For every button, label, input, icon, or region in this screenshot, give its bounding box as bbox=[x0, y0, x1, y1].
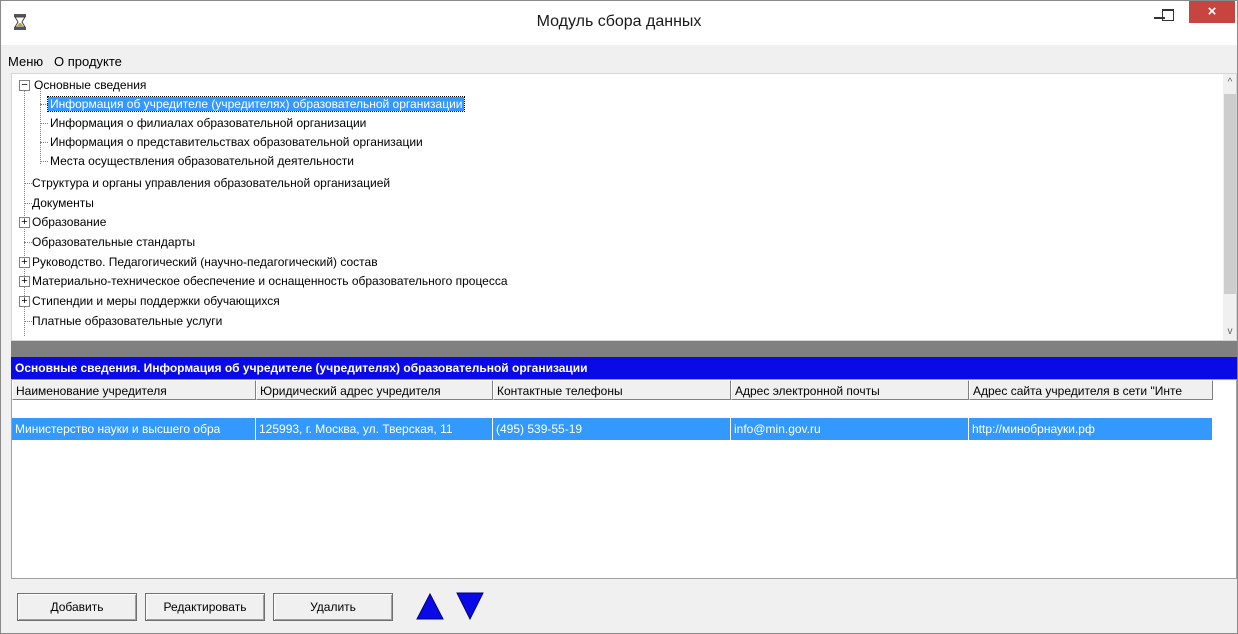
tree-connector bbox=[40, 161, 48, 162]
expand-icon[interactable]: + bbox=[19, 256, 30, 268]
expand-icon[interactable]: + bbox=[19, 216, 30, 228]
tree-node-label: Руководство. Педагогический (научно-педа… bbox=[32, 255, 378, 269]
tree-node-staff[interactable]: + Руководство. Педагогический (научно-пе… bbox=[16, 253, 380, 272]
tree-node-scholarships[interactable]: + Стипендии и меры поддержки обучающихся bbox=[16, 292, 282, 311]
tree-node-basic-info[interactable]: − Основные сведения bbox=[16, 76, 148, 95]
cell-founder-name[interactable]: Министерство науки и высшего обра bbox=[12, 418, 256, 440]
panel-splitter[interactable] bbox=[11, 341, 1237, 357]
expand-icon[interactable]: + bbox=[19, 275, 30, 287]
data-grid[interactable]: Наименование учредителя Юридический адре… bbox=[11, 379, 1237, 579]
tree-view[interactable]: − Основные сведения Информация об учреди… bbox=[11, 73, 1237, 341]
close-icon: × bbox=[1207, 3, 1217, 20]
cell-phones[interactable]: (495) 539-55-19 bbox=[493, 418, 731, 440]
tree-node-representations[interactable]: Информация о представительствах образова… bbox=[32, 133, 425, 152]
delete-button[interactable]: Удалить bbox=[273, 593, 393, 621]
tree-node-label: Образовательные стандарты bbox=[32, 235, 196, 249]
tree-node-label: Информация о представительствах образова… bbox=[50, 135, 423, 149]
column-header-phones[interactable]: Контактные телефоны bbox=[493, 380, 731, 400]
menu-bar: Меню О продукте bbox=[1, 52, 1237, 72]
add-button[interactable]: Добавить bbox=[17, 593, 137, 621]
window-title: Модуль сбора данных bbox=[536, 13, 702, 30]
tree-node-label: Места осуществления образовательной деят… bbox=[50, 154, 354, 168]
tree-connector bbox=[40, 142, 48, 143]
column-header-email[interactable]: Адрес электронной почты bbox=[731, 380, 969, 400]
tree-node-label: Информация о филиалах образовательной ор… bbox=[50, 116, 367, 130]
tree-node-locations[interactable]: Места осуществления образовательной деят… bbox=[32, 152, 356, 171]
cell-website[interactable]: http://минобрнауки.рф bbox=[969, 418, 1213, 440]
expand-icon[interactable]: + bbox=[19, 295, 30, 307]
collapse-icon[interactable]: − bbox=[19, 79, 30, 91]
tree-node-label: Стипендии и меры поддержки обучающихся bbox=[32, 294, 280, 308]
move-up-icon[interactable] bbox=[415, 591, 445, 621]
menu-item-about[interactable]: О продукте bbox=[54, 54, 122, 69]
tree-node-founder-info[interactable]: Информация об учредителе (учредителях) о… bbox=[32, 95, 466, 114]
maximize-button[interactable] bbox=[1151, 1, 1185, 31]
edit-button[interactable]: Редактировать bbox=[145, 593, 265, 621]
scroll-down-icon[interactable]: v bbox=[1223, 323, 1236, 340]
scroll-up-icon[interactable]: ^ bbox=[1223, 74, 1236, 91]
title-bar: Модуль сбора данных × bbox=[1, 1, 1237, 45]
column-header-legal-address[interactable]: Юридический адрес учредителя bbox=[256, 380, 493, 400]
tree-node-label: Платные образовательные услуги bbox=[32, 314, 223, 328]
tree-node-label: Информация об учредителе (учредителях) о… bbox=[46, 96, 466, 112]
section-title: Основные сведения. Информация об учредит… bbox=[11, 357, 1237, 379]
tree-node-label: Основные сведения bbox=[34, 78, 147, 92]
cell-email[interactable]: info@min.gov.ru bbox=[731, 418, 969, 440]
tree-connector bbox=[40, 104, 48, 105]
tree-node-documents[interactable]: Документы bbox=[16, 194, 96, 213]
tree-node-branches[interactable]: Информация о филиалах образовательной ор… bbox=[32, 114, 368, 133]
tree-node-structure[interactable]: Структура и органы управления образовате… bbox=[16, 174, 392, 193]
maximize-icon bbox=[1162, 9, 1174, 21]
tree-connector bbox=[24, 183, 32, 184]
tree-node-education[interactable]: + Образование bbox=[16, 213, 108, 232]
tree-node-label: Структура и органы управления образовате… bbox=[32, 176, 391, 190]
bottom-toolbar: Добавить Редактировать Удалить bbox=[11, 581, 1237, 633]
scroll-thumb[interactable] bbox=[1224, 94, 1236, 294]
tree-node-label: Документы bbox=[32, 196, 94, 210]
menu-item-menu[interactable]: Меню bbox=[8, 54, 43, 69]
tree-connector bbox=[24, 242, 32, 243]
move-down-icon[interactable] bbox=[455, 591, 485, 621]
cell-legal-address[interactable]: 125993, г. Москва, ул. Тверская, 11 bbox=[256, 418, 493, 440]
tree-connector bbox=[24, 203, 32, 204]
tree-connector bbox=[40, 123, 48, 124]
tree-node-standards[interactable]: Образовательные стандарты bbox=[16, 233, 197, 252]
tree-scrollbar[interactable]: ^ v bbox=[1223, 74, 1236, 340]
tree-node-label: Образование bbox=[32, 215, 107, 229]
column-header-website[interactable]: Адрес сайта учредителя в сети "Инте bbox=[969, 380, 1213, 400]
tree-connector bbox=[24, 321, 32, 322]
main-window: Модуль сбора данных × Меню О продукте − … bbox=[0, 0, 1238, 634]
tree-node-facilities[interactable]: + Материально-техническое обеспечение и … bbox=[16, 272, 510, 291]
close-button[interactable]: × bbox=[1189, 1, 1235, 23]
column-header-founder-name[interactable]: Наименование учредителя bbox=[12, 380, 256, 400]
tree-node-label: Материально-техническое обеспечение и ос… bbox=[32, 274, 508, 288]
tree-node-paid-services[interactable]: Платные образовательные услуги bbox=[16, 312, 224, 331]
